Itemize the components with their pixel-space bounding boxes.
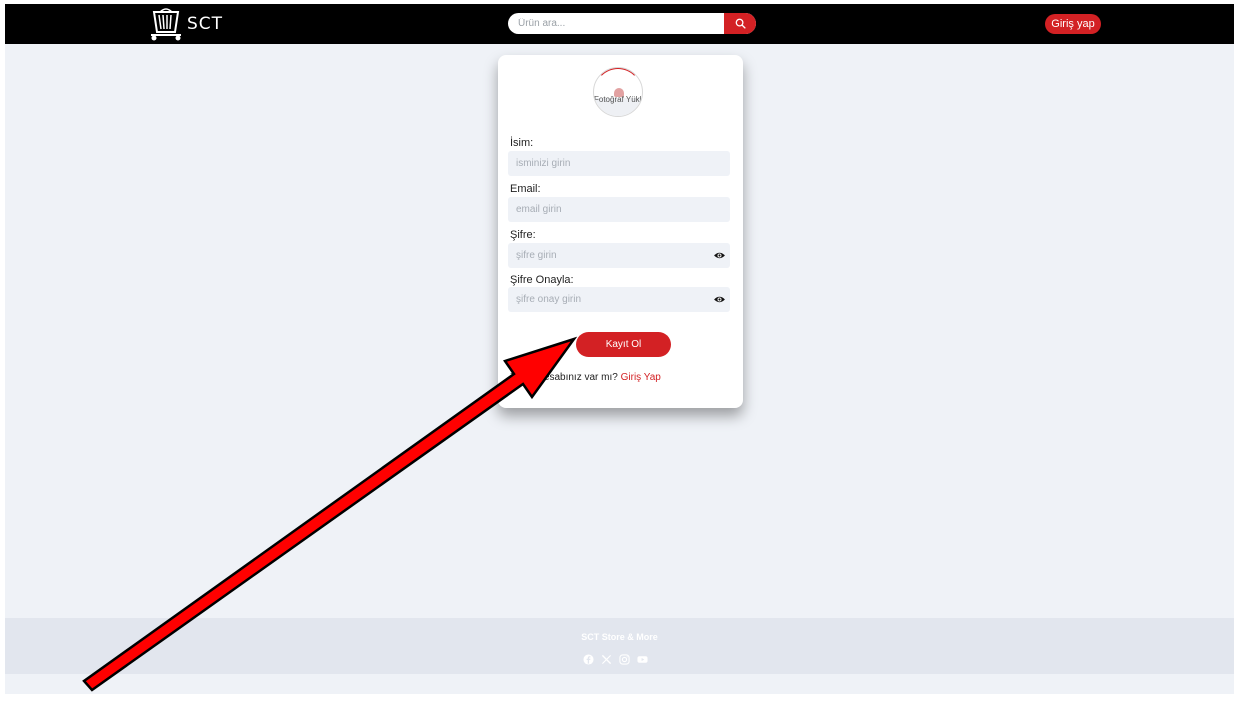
eye-icon bbox=[713, 296, 725, 303]
header-login-button[interactable]: Giriş yap bbox=[1045, 14, 1101, 34]
login-link[interactable]: Giriş Yap bbox=[621, 372, 661, 383]
password-input[interactable] bbox=[508, 250, 708, 261]
footer-title: SCT Store & More bbox=[581, 632, 658, 642]
facebook-icon[interactable] bbox=[582, 653, 594, 665]
password-label: Şifre: bbox=[510, 229, 536, 241]
name-field-wrap bbox=[508, 151, 730, 176]
logo-text: SCT bbox=[187, 14, 224, 34]
page-footer: SCT Store & More bbox=[5, 618, 1234, 674]
email-field-wrap bbox=[508, 197, 730, 222]
photo-upload-label: Fotoğraf Yükle bbox=[594, 95, 643, 104]
password-confirm-label: Şifre Onayla: bbox=[510, 274, 574, 286]
email-label: Email: bbox=[510, 183, 541, 195]
top-navbar: SCT Giriş yap bbox=[5, 4, 1234, 44]
register-button[interactable]: Kayıt Ol bbox=[576, 332, 671, 357]
password-confirm-field-wrap bbox=[508, 287, 730, 312]
login-prompt-text: Zaten hesabınız var mı? bbox=[510, 372, 618, 383]
search-button[interactable] bbox=[724, 13, 756, 34]
youtube-icon[interactable] bbox=[636, 653, 648, 665]
show-password-toggle[interactable] bbox=[708, 243, 730, 268]
browser-viewport: SCT Giriş yap Fotoğraf Yükle İsim: Email… bbox=[5, 4, 1234, 694]
name-label: İsim: bbox=[510, 137, 534, 149]
site-logo[interactable]: SCT bbox=[148, 6, 223, 42]
register-card: Fotoğraf Yükle İsim: Email: Şifre: Şifre… bbox=[498, 55, 743, 408]
email-input[interactable] bbox=[508, 204, 730, 215]
social-links bbox=[582, 653, 648, 665]
search-icon bbox=[735, 18, 746, 29]
search-input[interactable] bbox=[508, 13, 724, 34]
shopping-cart-icon bbox=[151, 8, 181, 41]
show-password-confirm-toggle[interactable] bbox=[708, 287, 730, 312]
eye-icon bbox=[713, 252, 725, 259]
search-bar bbox=[508, 13, 756, 34]
x-icon[interactable] bbox=[600, 653, 612, 665]
instagram-icon[interactable] bbox=[618, 653, 630, 665]
name-input[interactable] bbox=[508, 158, 730, 169]
login-prompt: Zaten hesabınız var mı? Giriş Yap bbox=[510, 372, 661, 383]
password-confirm-input[interactable] bbox=[508, 294, 708, 305]
password-field-wrap bbox=[508, 243, 730, 268]
photo-upload[interactable]: Fotoğraf Yükle bbox=[593, 67, 643, 117]
